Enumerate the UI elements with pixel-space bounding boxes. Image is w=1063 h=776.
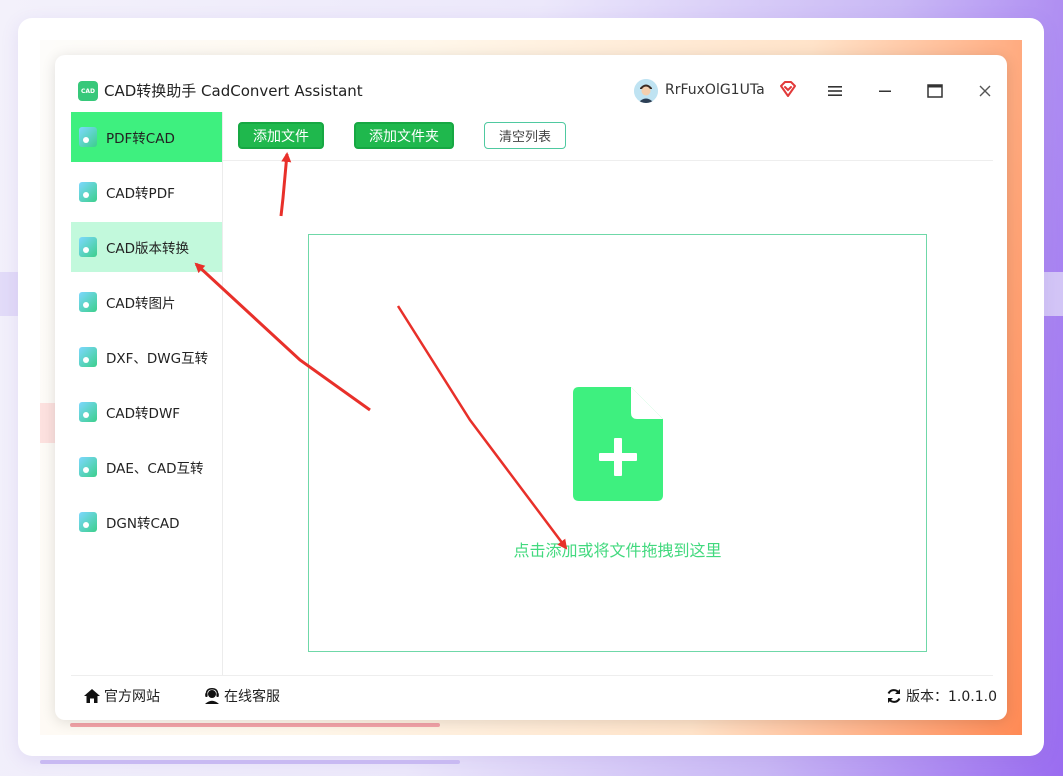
- website-link[interactable]: 官方网站: [83, 686, 160, 706]
- horizontal-scrollbar[interactable]: [70, 723, 440, 727]
- toolbar: 添加文件 添加文件夹 清空列表: [223, 112, 993, 161]
- sidebar-item-label: CAD转图片: [106, 296, 176, 312]
- website-label: 官方网站: [104, 689, 160, 705]
- support-link[interactable]: 在线客服: [203, 686, 280, 706]
- sidebar-item-label: DGN转CAD: [106, 516, 180, 532]
- sidebar-item-cad-to-pdf[interactable]: CAD转PDF: [71, 167, 222, 217]
- version-convert-icon: [79, 237, 97, 257]
- customer-service-icon: [205, 688, 219, 704]
- username[interactable]: RrFuxOlG1UTa: [665, 80, 765, 100]
- drop-hint-text: 点击添加或将文件拖拽到这里: [513, 541, 722, 560]
- sidebar-item-label: DXF、DWG互转: [106, 351, 209, 367]
- minimize-icon: [879, 90, 891, 92]
- sidebar-item-label: PDF转CAD: [106, 131, 175, 147]
- outer-scrollbar[interactable]: [40, 760, 460, 764]
- sidebar-item-label: CAD版本转换: [106, 241, 190, 257]
- add-file-button[interactable]: 添加文件: [238, 122, 324, 149]
- refresh-icon: [887, 689, 901, 703]
- file-drop-zone[interactable]: 点击添加或将文件拖拽到这里: [308, 234, 927, 652]
- clear-list-button[interactable]: 清空列表: [484, 122, 566, 149]
- support-label: 在线客服: [224, 689, 280, 705]
- add-folder-button[interactable]: 添加文件夹: [354, 122, 454, 149]
- version-label: 版本：1.0.1.0: [906, 689, 997, 705]
- sidebar-item-cad-version[interactable]: CAD版本转换: [71, 222, 222, 272]
- app-window: CAD CAD转换助手 CadConvert Assistant RrFuxOl…: [55, 55, 1007, 720]
- sidebar-item-label: CAD转PDF: [106, 186, 175, 202]
- app-title: CAD转换助手 CadConvert Assistant: [104, 82, 363, 100]
- image-file-icon: [79, 292, 97, 312]
- title-bar: CAD CAD转换助手 CadConvert Assistant RrFuxOl…: [55, 55, 1007, 111]
- version-info[interactable]: 版本：1.0.1.0: [885, 686, 997, 706]
- menu-button[interactable]: [821, 77, 849, 105]
- maximize-icon: [927, 84, 943, 98]
- add-file-icon: [573, 387, 663, 501]
- avatar[interactable]: [634, 79, 658, 103]
- home-icon: [84, 689, 100, 703]
- app-logo-icon: CAD: [78, 81, 98, 101]
- close-button[interactable]: [971, 77, 999, 105]
- sidebar-item-label: CAD转DWF: [106, 406, 181, 422]
- dxf-file-icon: [79, 347, 97, 367]
- sidebar-item-cad-to-dwf[interactable]: CAD转DWF: [71, 387, 222, 437]
- maximize-button[interactable]: [921, 77, 949, 105]
- pdf-file-icon: [79, 127, 97, 147]
- dae-file-icon: [79, 457, 97, 477]
- sidebar-item-pdf-to-cad[interactable]: PDF转CAD: [71, 112, 222, 162]
- sidebar-item-cad-to-image[interactable]: CAD转图片: [71, 277, 222, 327]
- hamburger-icon: [828, 86, 842, 96]
- dwf-file-icon: [79, 402, 97, 422]
- sidebar: PDF转CAD CAD转PDF CAD版本转换 CAD转图片 DXF、DWG互转…: [71, 112, 223, 675]
- minimize-button[interactable]: [871, 77, 899, 105]
- sidebar-item-dxf-dwg[interactable]: DXF、DWG互转: [71, 332, 222, 382]
- dgn-file-icon: [79, 512, 97, 532]
- sidebar-item-dgn-to-cad[interactable]: DGN转CAD: [71, 497, 222, 547]
- sidebar-item-label: DAE、CAD互转: [106, 461, 204, 477]
- close-icon: [979, 85, 991, 97]
- sidebar-item-dae-cad[interactable]: DAE、CAD互转: [71, 442, 222, 492]
- vip-diamond-icon[interactable]: [778, 79, 798, 99]
- footer: 官方网站 在线客服 版本：1.0.1.0: [71, 675, 997, 721]
- cad-file-icon: [79, 182, 97, 202]
